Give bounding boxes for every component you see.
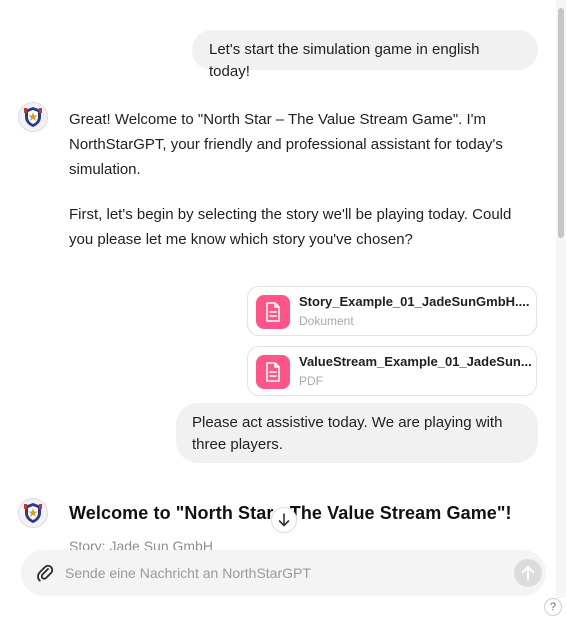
north-star-crest-icon xyxy=(24,503,42,523)
message-input[interactable] xyxy=(65,562,485,584)
assistant-message-1-paragraph-2: First, let's begin by selecting the stor… xyxy=(69,206,512,248)
help-button[interactable]: ? xyxy=(544,598,562,616)
user-message-1: Let's start the simulation game in engli… xyxy=(192,30,538,80)
attachment-valuestream-file[interactable]: ValueStream_Example_01_JadeSun... PDF xyxy=(247,346,537,396)
message-composer xyxy=(21,550,546,596)
user-message-2: Please act assistive today. We are playi… xyxy=(176,403,538,463)
send-button[interactable] xyxy=(514,559,542,587)
north-star-crest-icon xyxy=(24,107,42,127)
attachment-name: ValueStream_Example_01_JadeSun... xyxy=(299,354,531,369)
attachment-story-file[interactable]: Story_Example_01_JadeSunGmbH.... Dokumen… xyxy=(247,286,537,336)
assistant-message-1-paragraph-1: Great! Welcome to "North Star – The Valu… xyxy=(69,111,503,178)
paperclip-icon[interactable] xyxy=(35,563,55,583)
chat-thread: Let's start the simulation game in engli… xyxy=(0,0,566,617)
document-icon xyxy=(256,355,290,389)
attachment-name: Story_Example_01_JadeSunGmbH.... xyxy=(299,294,530,309)
assistant-avatar xyxy=(18,498,48,528)
attachment-type: Dokument xyxy=(299,314,354,328)
scrollbar-thumb[interactable] xyxy=(558,8,564,238)
arrow-up-icon xyxy=(522,566,534,581)
arrow-down-icon xyxy=(278,513,290,527)
assistant-avatar xyxy=(18,102,48,132)
document-icon xyxy=(256,295,290,329)
attachment-type: PDF xyxy=(299,374,323,388)
scroll-to-bottom-button[interactable] xyxy=(271,507,297,533)
